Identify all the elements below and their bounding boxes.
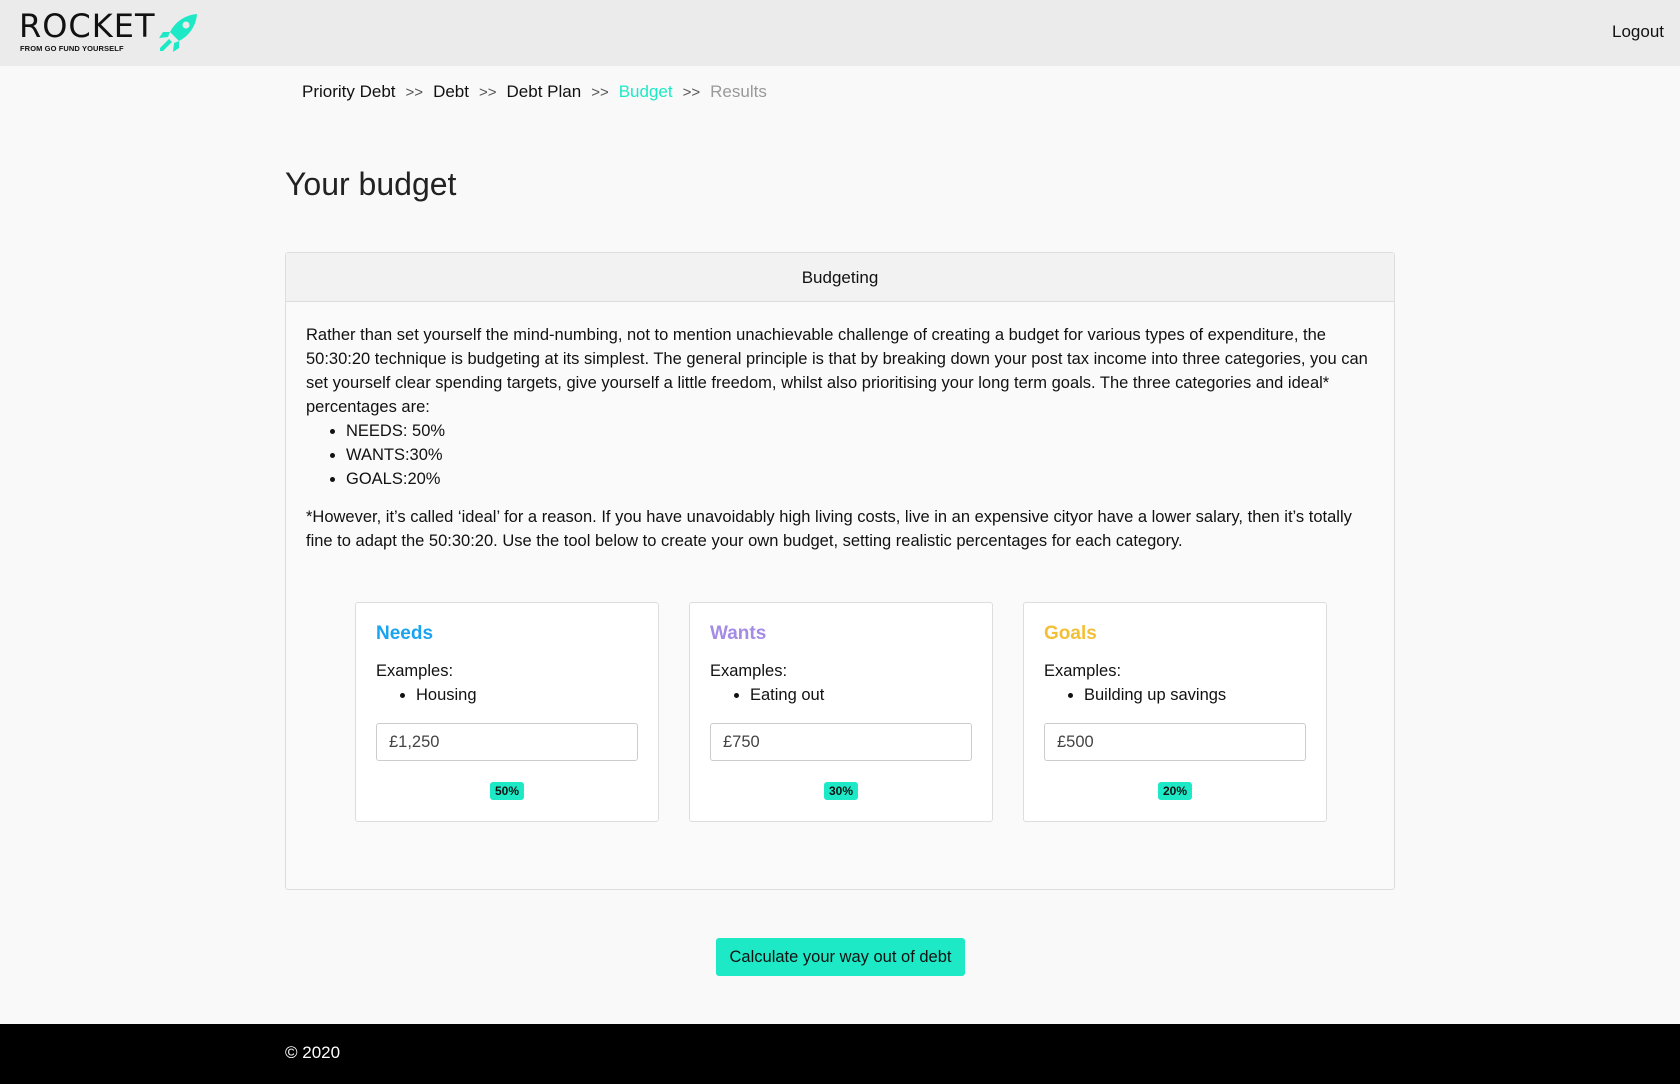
breadcrumb: Priority Debt >> Debt >> Debt Plan >> Bu… xyxy=(302,82,767,102)
breadcrumb-separator: >> xyxy=(682,83,701,101)
intro-text: Rather than set yourself the mind-numbin… xyxy=(306,326,1368,416)
goals-box: Goals Examples: Building up savings 20% xyxy=(1023,602,1327,822)
card-header: Budgeting xyxy=(286,253,1394,302)
logo-wordmark: ROCKET xyxy=(19,7,156,45)
category-boxes: Needs Examples: Housing 50% Wants Exampl… xyxy=(355,602,1327,822)
example-item: Housing xyxy=(416,683,638,707)
card-body: Rather than set yourself the mind-numbin… xyxy=(286,302,1394,553)
wants-amount-input[interactable] xyxy=(710,723,972,761)
top-navbar: ROCKET FROM GO FUND YOURSELF Logout xyxy=(0,0,1680,66)
goals-title: Goals xyxy=(1044,623,1097,644)
list-item: NEEDS: 50% xyxy=(346,419,1374,443)
list-item: WANTS:30% xyxy=(346,443,1374,467)
rocket-icon xyxy=(159,14,197,52)
example-item: Building up savings xyxy=(1084,683,1306,707)
needs-title: Needs xyxy=(376,623,434,644)
logo-tagline: FROM GO FUND YOURSELF xyxy=(20,44,124,53)
budgeting-card: Budgeting Rather than set yourself the m… xyxy=(285,252,1395,890)
footer: © 2020 xyxy=(0,1024,1680,1084)
breadcrumb-separator: >> xyxy=(478,83,497,101)
copyright-text: © 2020 xyxy=(285,1043,341,1062)
needs-amount-input[interactable] xyxy=(376,723,638,761)
breadcrumb-budget[interactable]: Budget xyxy=(619,82,673,102)
wants-box: Wants Examples: Eating out 30% xyxy=(689,602,993,822)
examples-label: Examples: xyxy=(376,662,454,680)
ideal-percentages-list: NEEDS: 50% WANTS:30% GOALS:20% xyxy=(346,419,1374,491)
examples-label: Examples: xyxy=(1044,662,1122,680)
calculate-button[interactable]: Calculate your way out of debt xyxy=(716,938,965,976)
breadcrumb-priority-debt[interactable]: Priority Debt xyxy=(302,82,396,102)
needs-examples: Examples: Housing xyxy=(376,659,638,707)
page-title: Your budget xyxy=(285,166,457,202)
breadcrumb-debt-plan[interactable]: Debt Plan xyxy=(507,82,582,102)
examples-label: Examples: xyxy=(710,662,788,680)
wants-percent-badge: 30% xyxy=(823,782,859,800)
note-text: *However, it’s called ‘ideal’ for a reas… xyxy=(306,508,1352,550)
needs-percent-badge: 50% xyxy=(489,782,525,800)
breadcrumb-separator: >> xyxy=(405,83,424,101)
list-item: GOALS:20% xyxy=(346,467,1374,491)
wants-title: Wants xyxy=(710,623,767,644)
breadcrumb-debt[interactable]: Debt xyxy=(433,82,469,102)
goals-amount-input[interactable] xyxy=(1044,723,1306,761)
example-item: Eating out xyxy=(750,683,972,707)
logout-link[interactable]: Logout xyxy=(1612,22,1664,42)
needs-box: Needs Examples: Housing 50% xyxy=(355,602,659,822)
goals-examples: Examples: Building up savings xyxy=(1044,659,1306,707)
rocket-logo[interactable]: ROCKET FROM GO FUND YOURSELF xyxy=(19,8,199,58)
breadcrumb-results: Results xyxy=(710,82,767,101)
wants-examples: Examples: Eating out xyxy=(710,659,972,707)
goals-percent-badge: 20% xyxy=(1157,782,1193,800)
breadcrumb-separator: >> xyxy=(591,83,609,101)
